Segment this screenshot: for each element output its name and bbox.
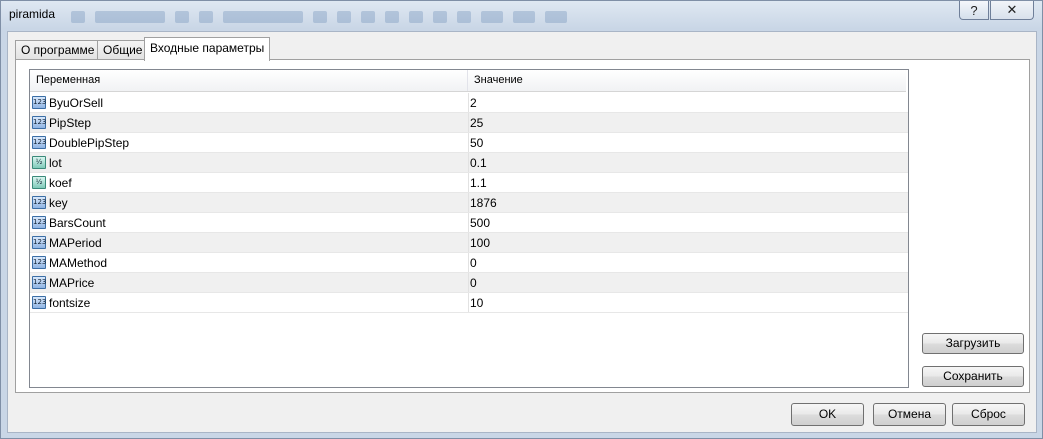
table-row[interactable]: 123 PipStep 25 xyxy=(30,113,908,133)
column-header-variable[interactable]: Переменная xyxy=(30,70,468,91)
table-header: Переменная Значение xyxy=(30,70,906,92)
parameter-value[interactable]: 2 xyxy=(470,93,477,113)
tab-about[interactable]: О программе xyxy=(15,40,101,59)
table-row[interactable]: 123 MAPeriod 100 xyxy=(30,233,908,253)
parameter-name: MAPrice xyxy=(49,276,95,290)
column-divider xyxy=(468,173,469,192)
column-divider xyxy=(468,133,469,152)
parameter-name: lot xyxy=(49,156,62,170)
parameter-value[interactable]: 500 xyxy=(470,213,490,233)
column-divider xyxy=(468,273,469,292)
int-type-icon: 123 xyxy=(32,216,46,229)
int-type-icon: 123 xyxy=(32,276,46,289)
parameter-value[interactable]: 1876 xyxy=(470,193,497,213)
parameter-name: MAMethod xyxy=(49,256,108,270)
tab-common[interactable]: Общие xyxy=(97,40,149,59)
parameter-name: fontsize xyxy=(49,296,91,310)
table-row[interactable]: 123 ByuOrSell 2 xyxy=(30,93,908,113)
parameter-name: DoublePipStep xyxy=(49,136,130,150)
help-icon: ? xyxy=(970,2,978,18)
int-type-icon: 123 xyxy=(32,136,46,149)
table-row[interactable]: 123 MAMethod 0 xyxy=(30,253,908,273)
dialog-window: piramida ? ✕ О программе Общие Входные п… xyxy=(0,0,1043,439)
double-type-icon: ½ xyxy=(32,156,46,169)
parameter-value[interactable]: 0 xyxy=(470,253,477,273)
parameter-value[interactable]: 50 xyxy=(470,133,483,153)
table-row[interactable]: 123 MAPrice 0 xyxy=(30,273,908,293)
parameter-value[interactable]: 0.1 xyxy=(470,153,487,173)
table-row[interactable]: ½ lot 0.1 xyxy=(30,153,908,173)
column-header-value[interactable]: Значение xyxy=(468,70,906,91)
close-icon: ✕ xyxy=(1006,2,1018,17)
double-type-icon: ½ xyxy=(32,176,46,189)
parameter-value[interactable]: 100 xyxy=(470,233,490,253)
ok-button[interactable]: OK xyxy=(791,403,864,426)
column-divider xyxy=(468,253,469,272)
parameter-name: MAPeriod xyxy=(49,236,102,250)
parameters-table: Переменная Значение 123 ByuOrSell 2 123 PipS… xyxy=(29,69,909,388)
table-row[interactable]: 123 key 1876 xyxy=(30,193,908,213)
column-divider xyxy=(468,113,469,132)
help-button[interactable]: ? xyxy=(959,1,989,20)
reset-button[interactable]: Сброс xyxy=(952,403,1025,426)
parameter-value[interactable]: 1.1 xyxy=(470,173,487,193)
table-row[interactable]: 123 BarsCount 500 xyxy=(30,213,908,233)
dialog-client-area: О программе Общие Входные параметры Пере… xyxy=(7,31,1037,433)
load-button[interactable]: Загрузить xyxy=(922,333,1024,354)
parameter-value[interactable]: 10 xyxy=(470,293,483,313)
table-body: 123 ByuOrSell 2 123 PipStep 25 123 DoublePipSte… xyxy=(30,93,908,313)
int-type-icon: 123 xyxy=(32,96,46,109)
close-button[interactable]: ✕ xyxy=(990,1,1034,20)
parameter-name: PipStep xyxy=(49,116,92,130)
parameter-value[interactable]: 0 xyxy=(470,273,477,293)
table-row[interactable]: 123 fontsize 10 xyxy=(30,293,908,313)
int-type-icon: 123 xyxy=(32,296,46,309)
column-divider xyxy=(468,293,469,312)
int-type-icon: 123 xyxy=(32,116,46,129)
parameter-value[interactable]: 25 xyxy=(470,113,483,133)
table-row[interactable]: 123 DoublePipStep 50 xyxy=(30,133,908,153)
int-type-icon: 123 xyxy=(32,256,46,269)
tab-input-parameters[interactable]: Входные параметры xyxy=(144,37,271,61)
column-divider xyxy=(468,153,469,172)
parameter-name: ByuOrSell xyxy=(49,96,104,110)
save-button[interactable]: Сохранить xyxy=(922,366,1024,387)
cancel-button[interactable]: Отмена xyxy=(873,403,946,426)
parameter-name: BarsCount xyxy=(49,216,106,230)
table-row[interactable]: ½ koef 1.1 xyxy=(30,173,908,193)
background-toolbar xyxy=(71,7,661,27)
column-divider xyxy=(468,233,469,252)
column-divider xyxy=(468,93,469,112)
int-type-icon: 123 xyxy=(32,196,46,209)
int-type-icon: 123 xyxy=(32,236,46,249)
column-divider xyxy=(468,213,469,232)
window-title: piramida xyxy=(9,7,56,21)
column-divider xyxy=(468,193,469,212)
parameter-name: key xyxy=(49,196,68,210)
tab-panel-input-parameters: Переменная Значение 123 ByuOrSell 2 123 PipS… xyxy=(15,59,1030,393)
parameter-name: koef xyxy=(49,176,72,190)
